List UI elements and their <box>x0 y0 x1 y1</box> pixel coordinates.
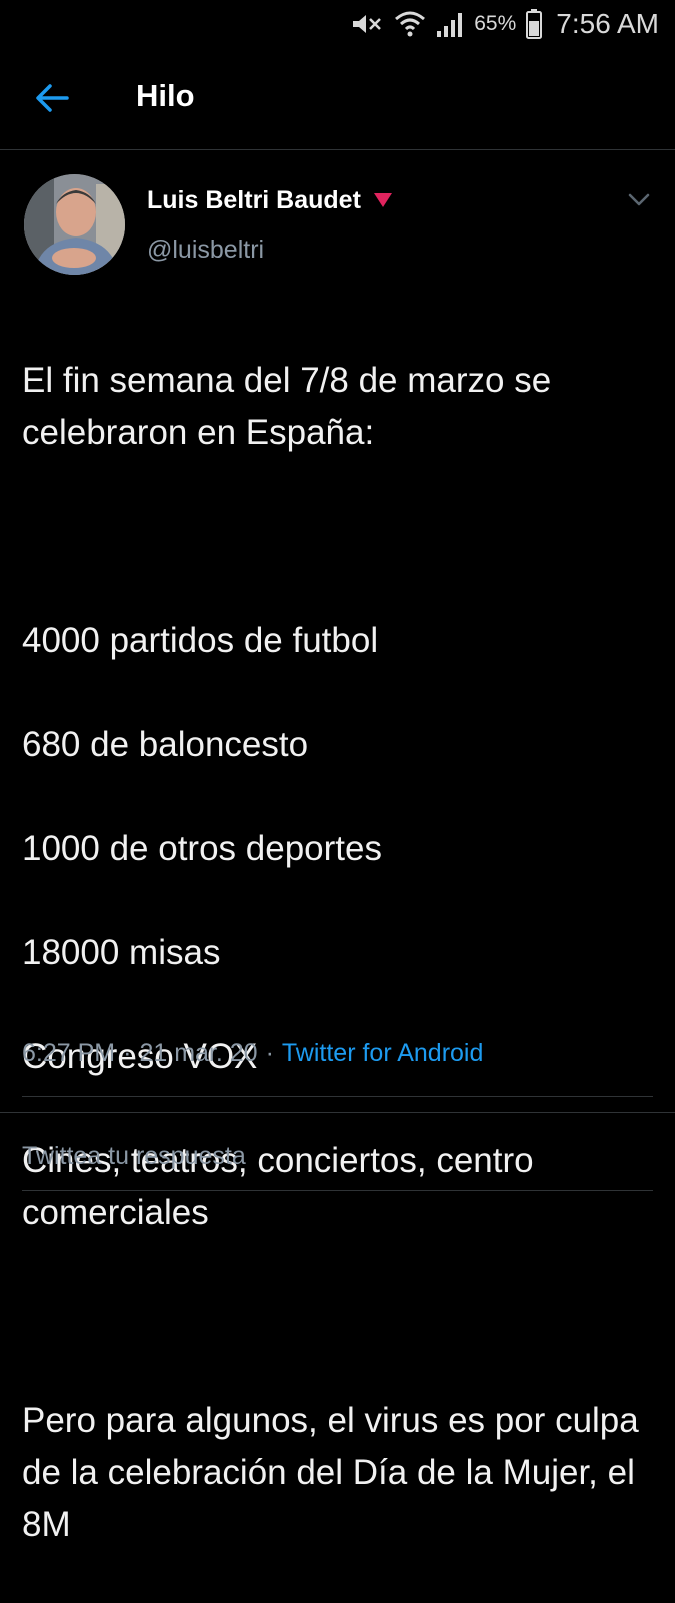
tweet-line: 18000 misas <box>22 933 221 972</box>
tweet-text: El fin semana del 7/8 de marzo se celebr… <box>22 303 662 1603</box>
arrow-left-icon <box>35 83 69 118</box>
divider <box>22 1190 653 1191</box>
status-time: 7:56 AM <box>556 8 659 39</box>
chevron-down-icon <box>628 193 650 212</box>
page-title: Hilo <box>136 78 195 113</box>
meta-separator: · <box>123 1039 132 1067</box>
avatar[interactable] <box>24 174 125 275</box>
back-button[interactable] <box>30 78 74 122</box>
tweet-author: Luis Beltri Baudet @luisbeltri <box>22 172 653 277</box>
tweet-source-link[interactable]: Twitter for Android <box>282 1039 483 1068</box>
tweet-line: 680 de baloncesto <box>22 725 309 764</box>
tweet-time: 6:27 PM <box>22 1039 116 1067</box>
tweet-line: 1000 de otros deportes <box>22 829 382 868</box>
signal-icon <box>436 11 464 37</box>
tweet-meta: 6:27 PM · 21 mar. 20 · Twitter for Andro… <box>22 1039 653 1068</box>
tweet-paragraph: El fin semana del 7/8 de marzo se celebr… <box>22 361 552 452</box>
red-triangle-icon <box>373 186 393 215</box>
battery-percent: 65% <box>474 12 517 35</box>
tweet-line: 4000 partidos de futbol <box>22 621 379 660</box>
divider <box>0 1112 675 1113</box>
tweet-options-button[interactable] <box>625 188 653 216</box>
status-icons: 65% 7:56 AM <box>350 6 659 42</box>
wifi-icon <box>394 10 426 38</box>
top-header: Hilo <box>0 48 675 150</box>
meta-separator: · <box>265 1039 274 1067</box>
author-name[interactable]: Luis Beltri Baudet <box>147 186 393 215</box>
author-handle[interactable]: @luisbeltri <box>147 236 264 265</box>
reply-input[interactable]: Twittea tu respuesta <box>22 1142 653 1182</box>
battery-icon <box>526 9 543 39</box>
tweet-date: 21 mar. 20 <box>139 1039 258 1067</box>
status-bar: 65% 7:56 AM <box>0 0 675 48</box>
author-name-text[interactable]: Luis Beltri Baudet <box>147 186 361 215</box>
tweet-paragraph: Pero para algunos, el virus es por culpa… <box>22 1401 639 1544</box>
mute-icon <box>350 12 384 36</box>
divider <box>22 1096 653 1097</box>
